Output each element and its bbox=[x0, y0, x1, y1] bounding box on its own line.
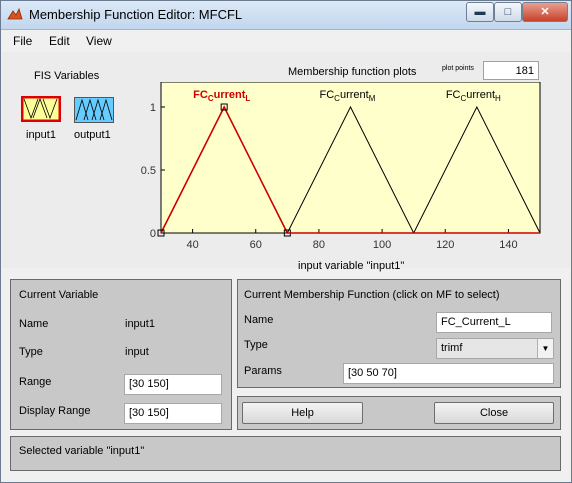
mf-name-label: Name bbox=[244, 314, 274, 326]
x-tick-label: 80 bbox=[313, 239, 325, 251]
buttons-panel: Help Close bbox=[237, 396, 561, 430]
menu-edit[interactable]: Edit bbox=[49, 34, 70, 48]
y-tick-label: 0 bbox=[150, 228, 156, 240]
current-variable-header: Current Variable bbox=[19, 289, 99, 301]
range-field[interactable]: [30 150] bbox=[124, 374, 222, 395]
membership-function-plot[interactable]: 00.5140 60 80 100 120 140FCCurrentL FCCurrentM… bbox=[137, 82, 547, 260]
x-tick-label: 140 bbox=[499, 239, 517, 251]
mf-type-value: trimf bbox=[441, 342, 463, 354]
x-tick-label: 40 bbox=[186, 239, 198, 251]
close-button[interactable]: Close bbox=[434, 402, 554, 424]
mf-name-field[interactable]: FC_Current_L bbox=[436, 312, 552, 333]
menu-view[interactable]: View bbox=[86, 34, 112, 48]
help-button[interactable]: Help bbox=[242, 402, 363, 424]
mf-editor-window: Membership Function Editor: MFCFL ▬ □ ✕ … bbox=[0, 0, 572, 483]
y-tick-label: 0.5 bbox=[141, 165, 156, 177]
title-bar: Membership Function Editor: MFCFL ▬ □ ✕ bbox=[1, 1, 571, 30]
display-range-label: Display Range bbox=[19, 405, 91, 417]
menu-bar: File Edit View bbox=[1, 30, 571, 52]
range-label: Range bbox=[19, 376, 52, 388]
input-variable-label: input1 bbox=[26, 129, 56, 141]
mf-type-select[interactable]: trimf ▼ bbox=[436, 338, 554, 359]
maximize-button[interactable]: □ bbox=[494, 2, 522, 22]
close-window-button[interactable]: ✕ bbox=[522, 2, 568, 22]
plot-title: Membership function plots bbox=[288, 66, 417, 78]
close-icon: ✕ bbox=[540, 6, 550, 18]
menu-file[interactable]: File bbox=[13, 34, 32, 48]
current-variable-panel: Current Variable Name input1 Type input … bbox=[10, 279, 232, 430]
mf-params-field[interactable]: [30 50 70] bbox=[343, 363, 554, 384]
x-axis-label: input variable "input1" bbox=[298, 260, 405, 272]
minimize-icon: ▬ bbox=[474, 6, 486, 18]
fis-variables-label: FIS Variables bbox=[34, 70, 100, 82]
display-range-field[interactable]: [30 150] bbox=[124, 403, 222, 424]
mf-type-label: Type bbox=[244, 339, 268, 351]
x-tick-label: 120 bbox=[436, 239, 454, 251]
output-variable-label: output1 bbox=[74, 129, 111, 141]
mf-params-label: Params bbox=[244, 365, 282, 377]
window-title: Membership Function Editor: MFCFL bbox=[29, 7, 243, 22]
current-mf-header: Current Membership Function (click on MF… bbox=[244, 289, 500, 301]
minimize-button[interactable]: ▬ bbox=[466, 2, 494, 22]
matlab-icon bbox=[7, 7, 23, 20]
x-tick-label: 100 bbox=[373, 239, 391, 251]
mf-label-l: FCCurrentL bbox=[193, 89, 250, 103]
variable-name-value: input1 bbox=[125, 318, 155, 330]
mf-label-m: FCCurrentM bbox=[320, 89, 376, 103]
x-tick-label: 60 bbox=[250, 239, 262, 251]
plot-points-input[interactable] bbox=[483, 61, 539, 80]
input-variable-icon[interactable] bbox=[21, 96, 61, 122]
chevron-down-icon[interactable]: ▼ bbox=[537, 339, 553, 358]
variable-type-label: Type bbox=[19, 346, 43, 358]
plot-points-label: plot points bbox=[442, 65, 474, 72]
plot-background bbox=[160, 82, 541, 234]
current-mf-panel: Current Membership Function (click on MF… bbox=[237, 279, 561, 388]
variable-name-label: Name bbox=[19, 318, 49, 330]
y-tick-label: 1 bbox=[150, 102, 156, 114]
status-panel: Selected variable "input1" bbox=[10, 436, 561, 471]
status-text: Selected variable "input1" bbox=[19, 445, 145, 457]
variable-type-value: input bbox=[125, 346, 149, 358]
mf-label-h: FCCurrentH bbox=[446, 89, 501, 103]
output-variable-icon[interactable] bbox=[74, 97, 114, 123]
maximize-icon: □ bbox=[504, 6, 512, 18]
